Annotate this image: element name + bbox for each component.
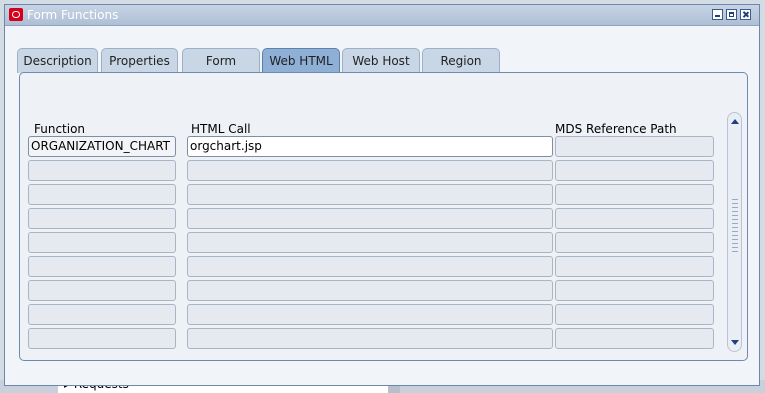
tab-properties[interactable]: Properties xyxy=(101,48,178,73)
function-cell[interactable] xyxy=(28,328,176,349)
scroll-up-arrow-icon[interactable] xyxy=(731,119,739,124)
function-cell[interactable]: ORGANIZATION_CHART xyxy=(28,136,176,157)
mds-path-cell[interactable] xyxy=(555,136,714,157)
scroll-down-arrow-icon[interactable] xyxy=(731,340,739,345)
mds-path-cell[interactable] xyxy=(555,256,714,277)
tab-web-html[interactable]: Web HTML xyxy=(262,48,340,74)
html-call-cell[interactable] xyxy=(187,328,553,349)
minimize-icon[interactable] xyxy=(712,9,723,20)
tab-description[interactable]: Description xyxy=(17,48,98,73)
maximize-icon[interactable] xyxy=(726,9,737,20)
html-call-cell[interactable] xyxy=(187,208,553,229)
function-cell[interactable] xyxy=(28,256,176,277)
function-cell[interactable] xyxy=(28,160,176,181)
column-header-mds-path: MDS Reference Path xyxy=(555,122,677,136)
window-title: Form Functions xyxy=(27,8,119,22)
function-cell[interactable] xyxy=(28,304,176,325)
scroll-thumb-grip[interactable] xyxy=(732,199,738,255)
close-icon[interactable] xyxy=(740,9,751,20)
mds-path-cell[interactable] xyxy=(555,304,714,325)
html-call-cell[interactable]: orgchart.jsp xyxy=(187,136,553,157)
title-bar[interactable]: Form Functions xyxy=(5,5,759,26)
html-call-cell[interactable] xyxy=(187,184,553,205)
function-cell[interactable] xyxy=(28,232,176,253)
column-header-function: Function xyxy=(34,122,86,136)
html-call-cell[interactable] xyxy=(187,160,553,181)
tab-form[interactable]: Form xyxy=(182,48,260,73)
tab-web-host[interactable]: Web Host xyxy=(342,48,420,73)
mds-path-cell[interactable] xyxy=(555,208,714,229)
html-call-cell[interactable] xyxy=(187,256,553,277)
mds-path-cell[interactable] xyxy=(555,232,714,253)
mds-path-cell[interactable] xyxy=(555,328,714,349)
column-header-html-call: HTML Call xyxy=(191,122,251,136)
function-cell[interactable] xyxy=(28,280,176,301)
mds-path-cell[interactable] xyxy=(555,280,714,301)
html-call-cell[interactable] xyxy=(187,280,553,301)
form-functions-window: Form Functions Description Properties Fo… xyxy=(4,4,760,386)
oracle-app-icon xyxy=(9,8,23,21)
function-cell[interactable] xyxy=(28,208,176,229)
html-call-cell[interactable] xyxy=(187,304,553,325)
html-call-cell[interactable] xyxy=(187,232,553,253)
mds-path-cell[interactable] xyxy=(555,184,714,205)
vertical-scrollbar[interactable] xyxy=(727,112,742,352)
mds-path-cell[interactable] xyxy=(555,160,714,181)
function-cell[interactable] xyxy=(28,184,176,205)
tab-region[interactable]: Region xyxy=(422,48,500,73)
